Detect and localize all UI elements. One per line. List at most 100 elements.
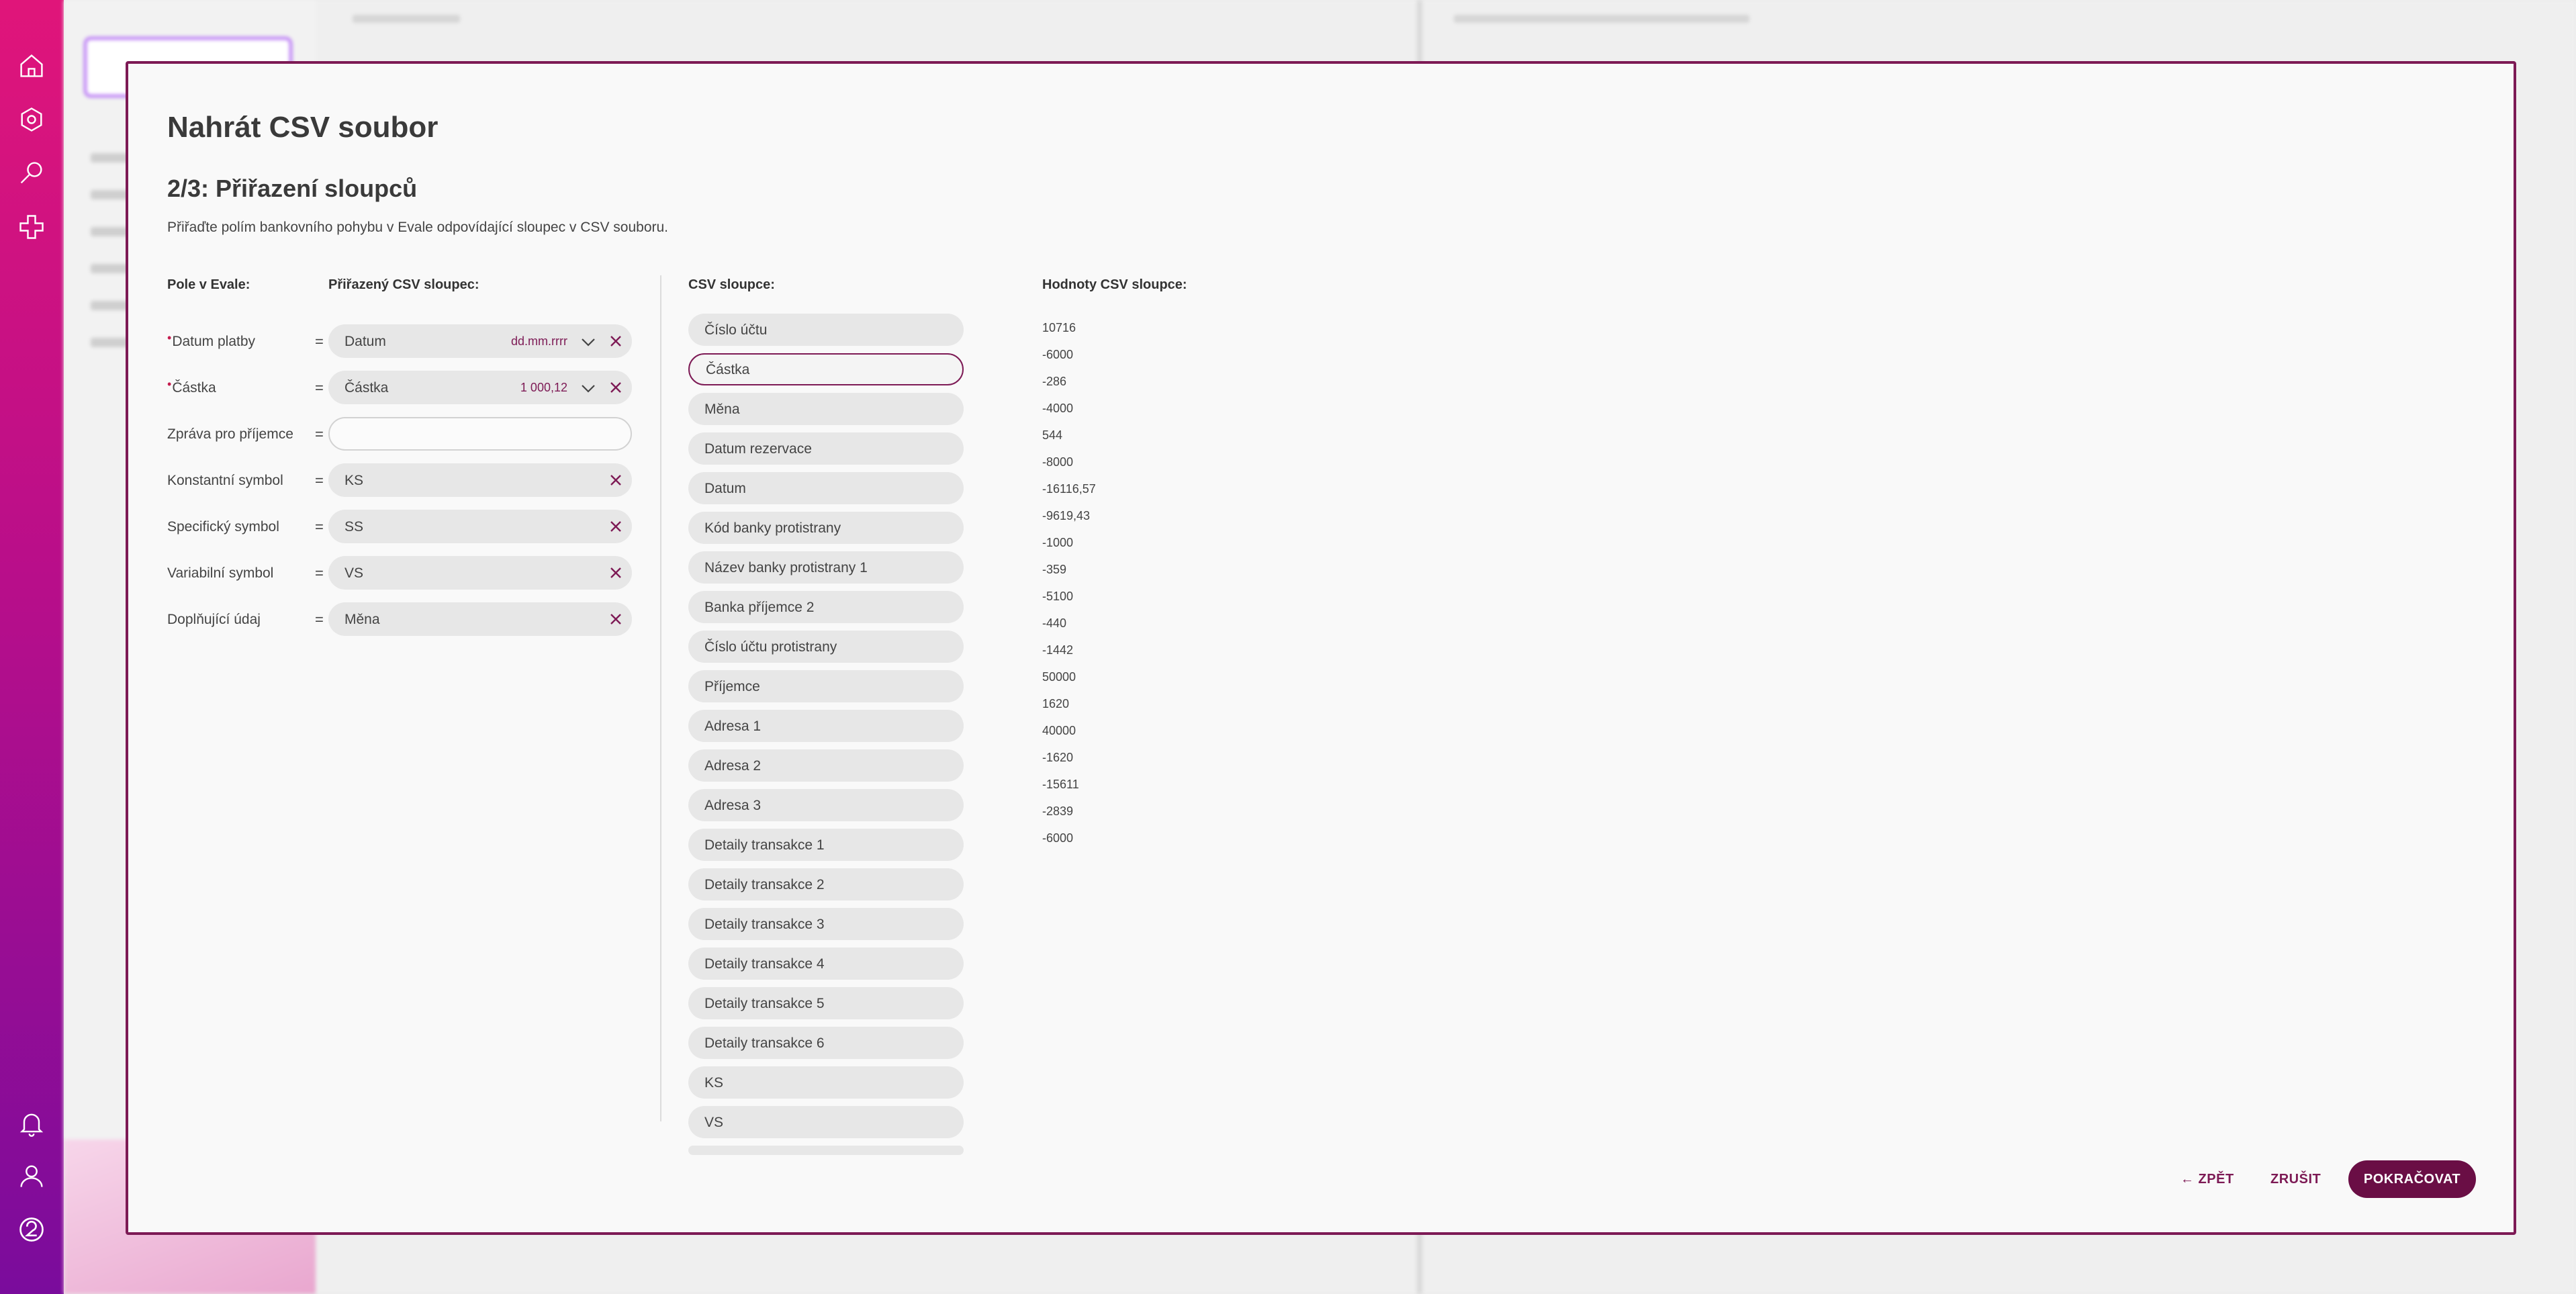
close-icon[interactable] — [608, 611, 624, 627]
field-label: Zpráva pro příjemce — [167, 426, 293, 442]
settings-icon[interactable] — [15, 103, 48, 136]
close-icon[interactable] — [608, 333, 624, 349]
csv-column-item-partial[interactable] — [688, 1146, 964, 1155]
close-icon[interactable] — [608, 565, 624, 581]
csv-value: -1620 — [1042, 751, 1074, 764]
close-icon[interactable] — [608, 379, 624, 396]
equals-sign: = — [315, 379, 324, 396]
continue-button[interactable]: POKRAČOVAT — [2348, 1160, 2476, 1198]
header-field: Pole v Evale: — [167, 277, 250, 292]
field-row-castka: •Částka = Částka 1 000,12 — [167, 371, 637, 406]
bell-icon[interactable] — [15, 1107, 48, 1140]
equals-sign: = — [315, 565, 324, 582]
csv-value: -4000 — [1042, 402, 1074, 415]
assigned-column-select[interactable]: Měna — [328, 602, 632, 636]
assigned-column-select[interactable]: SS — [328, 510, 632, 543]
csv-column-list[interactable]: Číslo účtu Částka Měna Datum rezervace D… — [686, 314, 965, 1220]
csv-value: -440 — [1042, 616, 1067, 630]
column-divider — [660, 275, 661, 1121]
csv-column-item[interactable]: Kód banky protistrany — [688, 512, 964, 544]
csv-value: -5100 — [1042, 590, 1074, 603]
equals-sign: = — [315, 611, 324, 628]
csv-column-item[interactable]: Příjemce — [688, 670, 964, 702]
assigned-column-value: Částka — [344, 380, 389, 396]
field-label: Konstantní symbol — [167, 473, 283, 488]
csv-column-item[interactable]: Adresa 3 — [688, 789, 964, 821]
csv-column-item-selected[interactable]: Částka — [688, 353, 964, 385]
modal-title: Nahrát CSV soubor — [167, 111, 439, 144]
csv-column-item[interactable]: Detaily transakce 3 — [688, 908, 964, 940]
chevron-down-icon[interactable] — [580, 333, 597, 351]
csv-column-item[interactable]: KS — [688, 1066, 964, 1099]
help-icon[interactable] — [15, 1213, 48, 1246]
header-csv-columns: CSV sloupce: — [688, 277, 775, 292]
field-row-doplnujici-udaj: Doplňující údaj = Měna — [167, 602, 637, 637]
assigned-column-value: Datum — [344, 334, 386, 349]
assigned-column-value: Měna — [344, 612, 380, 627]
header-assigned: Přiřazený CSV sloupec: — [328, 277, 479, 292]
field-row-zprava-pro-prijemce: Zpráva pro příjemce = — [167, 417, 637, 452]
csv-column-item[interactable]: Číslo účtu protistrany — [688, 631, 964, 663]
field-row-variabilni-symbol: Variabilní symbol = VS — [167, 556, 637, 591]
chevron-down-icon[interactable] — [580, 379, 597, 397]
assigned-column-select[interactable]: VS — [328, 556, 632, 590]
csv-column-item[interactable]: Adresa 1 — [688, 710, 964, 742]
equals-sign: = — [315, 518, 324, 535]
home-icon[interactable] — [15, 49, 48, 83]
csv-value: -6000 — [1042, 831, 1074, 845]
csv-value: -9619,43 — [1042, 509, 1091, 522]
csv-column-item[interactable]: Datum — [688, 472, 964, 504]
field-label: Částka — [172, 380, 216, 396]
csv-column-item[interactable]: Detaily transakce 6 — [688, 1027, 964, 1059]
csv-value: 1620 — [1042, 697, 1070, 710]
csv-value: -359 — [1042, 563, 1067, 576]
cancel-button[interactable]: ZRUŠIT — [2270, 1172, 2321, 1187]
csv-column-item[interactable]: Číslo účtu — [688, 314, 964, 346]
csv-column-item[interactable]: Měna — [688, 393, 964, 425]
csv-value: 40000 — [1042, 724, 1076, 737]
csv-value: -1000 — [1042, 536, 1074, 549]
required-marker: • — [167, 377, 172, 391]
field-label: Doplňující údaj — [167, 612, 261, 627]
field-row-datum-platby: •Datum platby = Datum dd.mm.rrrr — [167, 324, 637, 359]
csv-value: 50000 — [1042, 670, 1076, 684]
assigned-column-select[interactable]: Datum dd.mm.rrrr — [328, 324, 632, 358]
field-label: Datum platby — [172, 334, 256, 349]
csv-value: -8000 — [1042, 455, 1074, 469]
csv-value: -6000 — [1042, 348, 1074, 361]
assigned-column-select[interactable]: Částka 1 000,12 — [328, 371, 632, 404]
user-icon[interactable] — [15, 1159, 48, 1193]
csv-column-item[interactable]: Detaily transakce 4 — [688, 948, 964, 980]
assigned-column-value: VS — [344, 565, 364, 581]
field-label: Variabilní symbol — [167, 565, 274, 581]
add-icon[interactable] — [15, 210, 48, 244]
csv-value: 544 — [1042, 428, 1063, 442]
csv-column-item[interactable]: Detaily transakce 2 — [688, 868, 964, 900]
equals-sign: = — [315, 333, 324, 350]
search-icon[interactable] — [15, 156, 48, 190]
nav-rail — [0, 0, 64, 1294]
close-icon[interactable] — [608, 518, 624, 535]
csv-column-item[interactable]: Název banky protistrany 1 — [688, 551, 964, 584]
equals-sign: = — [315, 472, 324, 489]
assigned-column-dropzone[interactable] — [328, 417, 632, 451]
csv-column-item[interactable]: Banka příjemce 2 — [688, 591, 964, 623]
equals-sign: = — [315, 426, 324, 443]
csv-column-item[interactable]: Detaily transakce 5 — [688, 987, 964, 1019]
assigned-column-select[interactable]: KS — [328, 463, 632, 497]
csv-column-item[interactable]: Adresa 2 — [688, 749, 964, 782]
instructions: Přiřaďte polím bankovního pohybu v Evale… — [167, 220, 669, 235]
step-title: 2/3: Přiřazení sloupců — [167, 175, 418, 202]
header-csv-values: Hodnoty CSV sloupce: — [1042, 277, 1187, 292]
close-icon[interactable] — [608, 472, 624, 488]
field-row-konstantni-symbol: Konstantní symbol = KS — [167, 463, 637, 498]
csv-column-item[interactable]: Detaily transakce 1 — [688, 829, 964, 861]
csv-column-item[interactable]: VS — [688, 1106, 964, 1138]
csv-column-item[interactable]: Datum rezervace — [688, 432, 964, 465]
csv-value: -286 — [1042, 375, 1067, 388]
assigned-column-value: KS — [344, 473, 364, 488]
csv-upload-modal: Nahrát CSV soubor 2/3: Přiřazení sloupců… — [126, 61, 2516, 1235]
format-label: 1 000,12 — [520, 381, 567, 394]
csv-value: -2839 — [1042, 804, 1074, 818]
back-button[interactable]: ← ZPĚT — [2180, 1172, 2234, 1187]
